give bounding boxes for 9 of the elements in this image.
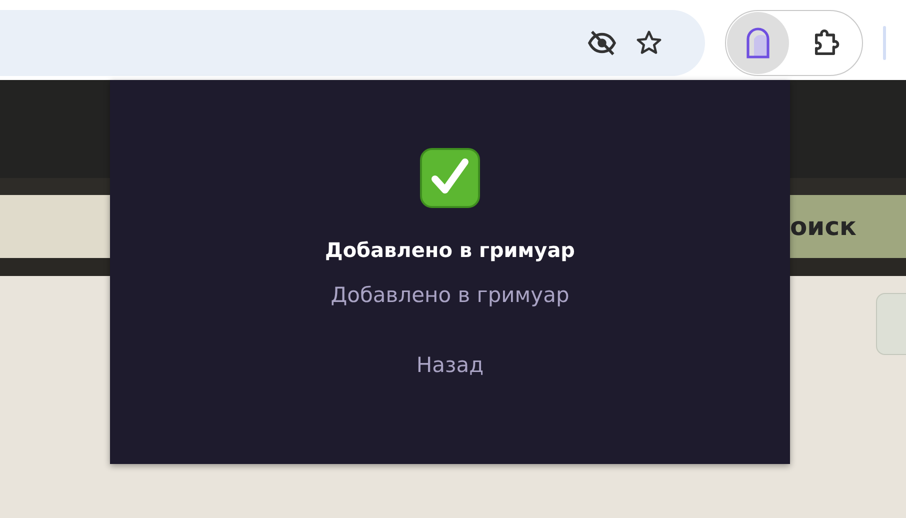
back-link[interactable]: Назад	[416, 353, 484, 377]
bookmark-star-icon[interactable]	[635, 29, 663, 57]
arch-icon	[745, 27, 771, 59]
search-button[interactable]: оиск	[790, 195, 906, 258]
extension-button[interactable]	[727, 12, 789, 74]
tracking-blocked-icon[interactable]	[587, 28, 617, 58]
popup-message: Добавлено в гримуар	[330, 283, 570, 307]
checkmark-icon	[420, 148, 480, 208]
popup-title: Добавлено в гримуар	[325, 238, 575, 262]
